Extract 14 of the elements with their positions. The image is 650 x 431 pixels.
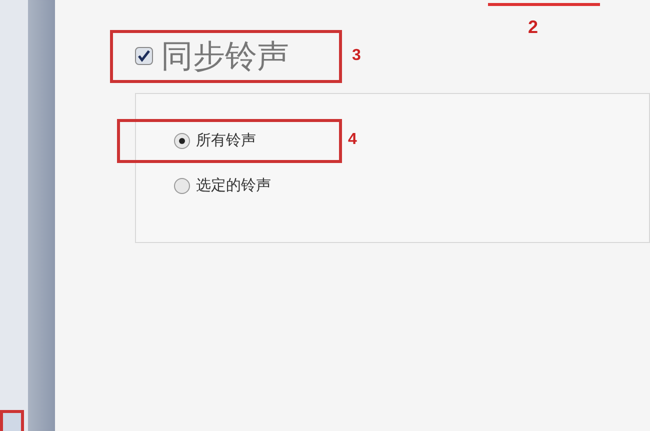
option-label: 选定的铃声 [196, 176, 271, 196]
checkbox[interactable] [135, 47, 153, 65]
check-icon [137, 49, 151, 63]
sync-label: 同步铃声 [161, 40, 289, 72]
annotation-number: 3 [352, 46, 361, 66]
radio-button[interactable] [174, 178, 190, 194]
radio-option[interactable]: 选定的铃声 [174, 174, 271, 197]
annotation-number: 2 [528, 16, 538, 39]
radio-button[interactable] [174, 133, 190, 150]
option-label: 所有铃声 [196, 131, 256, 151]
radio-option[interactable]: 所有铃声 [174, 130, 256, 152]
highlight-frame [0, 410, 24, 431]
annotation-number: 4 [348, 130, 357, 150]
sync-ringtones-checkbox[interactable]: 同步铃声 [135, 34, 289, 78]
